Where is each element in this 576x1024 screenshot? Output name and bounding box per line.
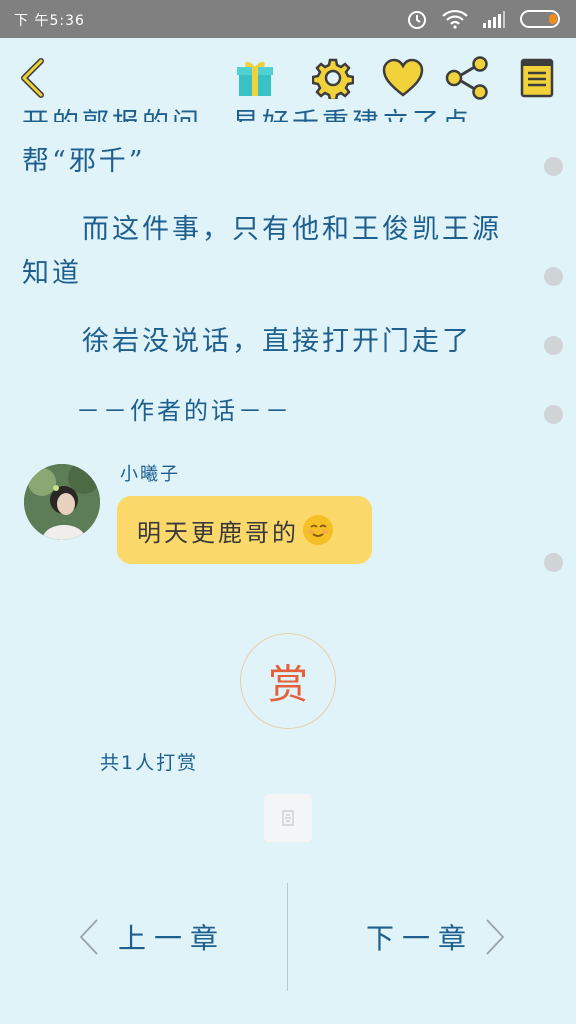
like-button[interactable] [379, 54, 427, 102]
status-time: 下 午5:36 [14, 13, 85, 29]
status-bar: 下 午5:36 [0, 0, 576, 38]
gift-icon [237, 61, 273, 96]
rewarder-avatar[interactable] [264, 794, 312, 842]
author-note-heading: －－作者的话－－ [22, 397, 292, 425]
avatar-image [24, 464, 100, 540]
next-chapter-button[interactable]: 下一章 [366, 912, 506, 962]
gift-button[interactable] [231, 54, 279, 102]
heart-icon [382, 58, 424, 97]
prev-chapter-label: 上一章 [118, 922, 227, 955]
wifi-icon [442, 9, 468, 29]
partial-text-line: 开的郭报的问，易好千重建立了点 [22, 104, 522, 122]
alarm-icon [408, 11, 426, 29]
chevron-left-icon [21, 58, 44, 98]
reward-count: 共1人打赏 [100, 752, 199, 774]
status-icons [406, 8, 564, 30]
paragraph-3: 徐岩没说话，直接打开门走了 [22, 326, 472, 357]
author-message: 明天更鹿哥的 [137, 518, 299, 547]
paragraph-comment-dot[interactable] [544, 267, 563, 286]
share-icon [445, 56, 488, 100]
catalog-button[interactable] [513, 54, 561, 102]
back-button[interactable] [8, 54, 56, 102]
smile-emoji-icon [303, 515, 333, 545]
paragraph-1: 帮“邪千” [22, 146, 146, 177]
author-name: 小曦子 [120, 464, 180, 485]
paragraph-comment-dot[interactable] [544, 405, 563, 424]
gear-icon [312, 58, 354, 99]
nav-divider [287, 883, 288, 991]
chevron-left-icon [79, 919, 98, 955]
prev-chapter-button[interactable]: 上一章 [78, 912, 226, 962]
battery-icon [520, 10, 560, 28]
paragraph-comment-dot[interactable] [544, 157, 563, 176]
placeholder-image-icon [282, 810, 294, 826]
paragraph-2: 而这件事，只有他和王俊凯王源知道 [22, 214, 502, 289]
author-avatar[interactable] [24, 464, 100, 540]
settings-button[interactable] [309, 54, 357, 102]
author-message-bubble: 明天更鹿哥的 [117, 496, 372, 564]
chevron-right-icon [486, 919, 505, 955]
reward-button-label: 赏 [268, 662, 308, 708]
paragraph-comment-dot[interactable] [544, 336, 563, 355]
share-button[interactable] [443, 54, 491, 102]
book-icon [520, 58, 554, 98]
next-chapter-label: 下一章 [366, 922, 475, 955]
paragraph-comment-dot[interactable] [544, 553, 563, 572]
signal-icon [483, 11, 505, 28]
reward-button[interactable]: 赏 [240, 633, 336, 729]
